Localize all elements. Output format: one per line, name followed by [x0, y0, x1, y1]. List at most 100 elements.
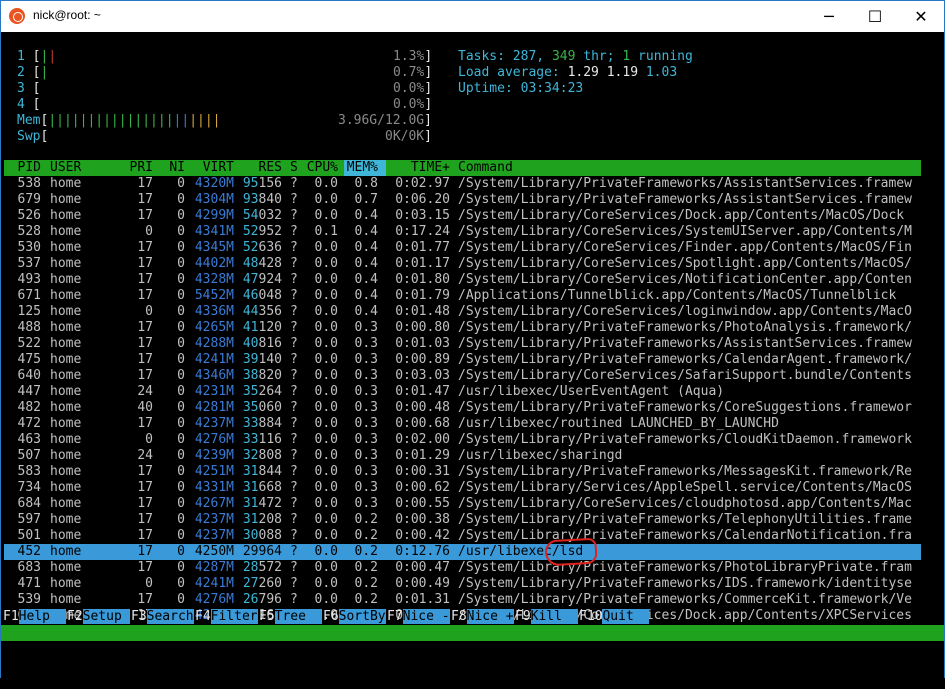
column-header-mem[interactable]: MEM% — [347, 160, 378, 176]
cell-cpu: 0.0 — [314, 496, 338, 511]
table-row[interactable]: 640 home 17 0 4346M 38820? 0.0 0.3 0:03.03/Syste… — [1, 368, 944, 384]
title-bar[interactable]: nick@root: ~ ─ ☐ ✕ — [1, 1, 944, 32]
fkey-setup[interactable]: F2Setup — [67, 609, 130, 625]
table-row[interactable]: 597 home 17 0 4237M 31208? 0.0 0.2 0:00.38/Syste… — [1, 512, 944, 528]
cell-state: ? — [290, 464, 298, 479]
fkey-filter[interactable]: F4Filter — [195, 609, 258, 625]
table-row[interactable]: 501 home 17 0 4237M 30088? 0.0 0.2 0:00.42/Syste… — [1, 528, 944, 544]
fkey-tree[interactable]: F5Tree — [259, 609, 322, 625]
minimize-button[interactable]: ─ — [806, 1, 852, 32]
table-row[interactable]: 734 home 17 0 4331M 31668? 0.0 0.3 0:00.62/Syste… — [1, 480, 944, 496]
table-row[interactable]: 447 home 24 0 4231M 35264? 0.0 0.3 0:01.47/usr/l… — [1, 384, 944, 400]
cell-user: home — [50, 336, 82, 351]
cell-ni: 0 — [177, 528, 185, 543]
table-row[interactable]: 125 home 0 0 4336M 44356? 0.0 0.4 0:01.48/System… — [1, 304, 944, 320]
cell-mem: 0.3 — [354, 336, 378, 351]
cell-res: 40816 — [242, 336, 282, 351]
cell-pid: 522 — [17, 336, 41, 351]
mem-value: 3.96G/12.0G] — [338, 113, 432, 128]
cell-state: ? — [290, 256, 298, 271]
table-row[interactable]: 539 home 17 0 4276M 26796? 0.0 0.2 0:01.31/Syste… — [1, 592, 944, 608]
table-row[interactable]: 526 home 17 0 4299M 54032? 0.0 0.4 0:03.15/Syste… — [1, 208, 944, 224]
cell-virt: 4328M — [194, 272, 234, 287]
cell-ni: 0 — [177, 544, 185, 559]
column-header-time[interactable]: TIME+ — [411, 160, 450, 176]
column-header-cpu[interactable]: CPU% — [307, 160, 338, 176]
column-header-state[interactable]: S — [290, 160, 298, 176]
column-header-res[interactable]: RES — [259, 160, 282, 176]
table-row[interactable]: 472 home 17 0 4237M 33884? 0.0 0.3 0:00.68/usr/l… — [1, 416, 944, 432]
fkey-kill[interactable]: F9Kill — [515, 609, 578, 625]
cell-state: ? — [290, 208, 298, 223]
cell-state: ? — [290, 272, 298, 287]
cell-pid: 597 — [17, 512, 41, 527]
column-header-virt[interactable]: VIRT — [203, 160, 234, 176]
cell-command: /Applications/Tunnelblick.app/Contents/M… — [458, 288, 897, 303]
cell-user: home — [50, 528, 82, 543]
cell-cpu: 0.0 — [314, 512, 338, 527]
cpu-value-2: 0.7%] — [393, 65, 433, 80]
cpu-meter-4: 4 [ — [17, 97, 41, 112]
column-header-pid[interactable]: PID — [18, 160, 41, 176]
fkey-help[interactable]: F1Help — [3, 609, 66, 625]
cell-virt: 4281M — [194, 400, 234, 415]
table-row-selected[interactable]: 452 home 17 0 4250M 29964? 0.0 0.2 0:12.76/usr/l… — [4, 544, 921, 560]
fkey-nice[interactable]: F8Nice + — [451, 609, 514, 625]
cell-ni: 0 — [177, 576, 185, 591]
cell-cpu: 0.0 — [314, 400, 338, 415]
cell-mem: 0.8 — [354, 176, 378, 191]
fkey-label: Help — [18, 609, 66, 624]
table-row[interactable]: 507 home 24 0 4239M 32808? 0.0 0.3 0:01.29/usr/l… — [1, 448, 944, 464]
table-row[interactable]: 493 home 17 0 4328M 47924? 0.0 0.4 0:01.80/Syste… — [1, 272, 944, 288]
table-row[interactable]: 679 home 17 0 4304M 93840? 0.0 0.7 0:06.20/Syste… — [1, 192, 944, 208]
table-row[interactable]: 463 home 0 0 4276M 33116? 0.0 0.3 0:02.00/System… — [1, 432, 944, 448]
cell-time: 0:00.48 — [395, 400, 450, 415]
column-header-pri[interactable]: PRI — [130, 160, 153, 176]
cell-command: /System/Library/CoreServices/SystemUISer… — [458, 224, 912, 239]
table-row[interactable]: 684 home 17 0 4267M 31472? 0.0 0.3 0:00.55/Syste… — [1, 496, 944, 512]
table-row[interactable]: 471 home 0 0 4241M 27260? 0.0 0.2 0:00.49/System… — [1, 576, 944, 592]
cell-command: /System/Library/PrivateFrameworks/Assist… — [458, 176, 912, 191]
cell-ni: 0 — [177, 304, 185, 319]
fkey-number: F7 — [387, 609, 403, 624]
table-row[interactable]: 488 home 17 0 4265M 41120? 0.0 0.3 0:00.80/Syste… — [1, 320, 944, 336]
maximize-button[interactable]: ☐ — [852, 1, 898, 32]
table-row[interactable]: 530 home 17 0 4345M 52636? 0.0 0.4 0:01.77/Syste… — [1, 240, 944, 256]
cell-virt: 4345M — [194, 240, 234, 255]
tmux-windows[interactable]: [0] 0:bash- 1:htop* — [4, 641, 153, 657]
cell-command: /System/Library/CoreServices/Finder.app/… — [458, 240, 912, 255]
table-row[interactable]: 671 home 17 0 5452M 46048? 0.0 0.4 0:01.79/Appli… — [1, 288, 944, 304]
cell-pri: 17 — [137, 288, 153, 303]
cell-state: ? — [290, 384, 298, 399]
cell-ni: 0 — [177, 592, 185, 607]
terminal-area[interactable]: 1 [|| 2 [| 3 [ 4 [ 1.3%] 0.7%] 0.0%] 0.0… — [1, 32, 944, 678]
cell-user: home — [50, 304, 82, 319]
terminal-window: nick@root: ~ ─ ☐ ✕ 1 [|| 2 [| 3 [ 4 [ 1.… — [0, 0, 945, 678]
table-row[interactable]: 683 home 17 0 4287M 28572? 0.0 0.2 0:00.47/Syste… — [1, 560, 944, 576]
table-row[interactable]: 583 home 17 0 4251M 31844? 0.0 0.3 0:00.31/Syste… — [1, 464, 944, 480]
column-header-user[interactable]: USER — [50, 160, 81, 176]
cell-user: home — [50, 400, 82, 415]
table-row[interactable]: 522 home 17 0 4288M 40816? 0.0 0.3 0:01.03/Syste… — [1, 336, 944, 352]
column-header-command[interactable]: Command — [458, 160, 513, 176]
cell-ni: 0 — [177, 256, 185, 271]
fkey-quit[interactable]: F10Quit — [579, 609, 650, 625]
cell-virt: 4237M — [194, 512, 234, 527]
table-row[interactable]: 537 home 17 0 4402M 48428? 0.0 0.4 0:01.17/Syste… — [1, 256, 944, 272]
fkey-search[interactable]: F3Search — [131, 609, 194, 625]
fkey-sortby[interactable]: F6SortBy — [323, 609, 386, 625]
close-button[interactable]: ✕ — [898, 1, 944, 32]
cell-command: /System/Library/PrivateFrameworks/Assist… — [458, 192, 912, 207]
table-row[interactable]: 475 home 17 0 4241M 39140? 0.0 0.3 0:00.89/Syste… — [1, 352, 944, 368]
fkey-label: Nice + — [466, 609, 514, 624]
fkey-nice[interactable]: F7Nice - — [387, 609, 450, 625]
table-row[interactable]: 528 home 0 0 4341M 52952? 0.1 0.4 0:17.24/System… — [1, 224, 944, 240]
column-header-ni[interactable]: NI — [169, 160, 185, 176]
table-row[interactable]: 538 home 17 0 4320M 95156? 0.0 0.8 0:02.97/Syste… — [1, 176, 944, 192]
cell-pid: 539 — [17, 592, 41, 607]
cell-command: /System/Library/PrivateFrameworks/Messag… — [458, 464, 912, 479]
cell-pri: 24 — [137, 448, 153, 463]
cell-cpu: 0.0 — [314, 288, 338, 303]
cell-virt: 4287M — [194, 560, 234, 575]
table-row[interactable]: 482 home 40 0 4281M 35060? 0.0 0.3 0:00.48/Syste… — [1, 400, 944, 416]
